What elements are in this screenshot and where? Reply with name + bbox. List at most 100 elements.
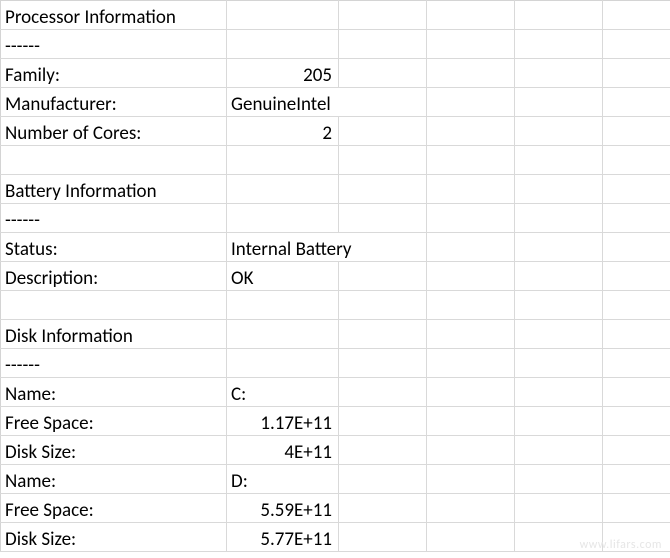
empty-cell[interactable] bbox=[339, 1, 427, 30]
empty-cell[interactable] bbox=[339, 407, 427, 436]
cell-label[interactable]: Free Space: bbox=[1, 407, 227, 436]
cell-value[interactable]: 1.17E+11 bbox=[227, 407, 339, 436]
cell-label[interactable]: Disk Size: bbox=[1, 436, 227, 465]
empty-cell[interactable] bbox=[427, 291, 515, 320]
empty-cell[interactable] bbox=[427, 320, 515, 349]
empty-cell[interactable] bbox=[427, 175, 515, 204]
cell-label[interactable]: ------ bbox=[1, 204, 227, 233]
cell-label[interactable]: Family: bbox=[1, 59, 227, 88]
empty-cell[interactable] bbox=[515, 204, 603, 233]
empty-cell[interactable] bbox=[339, 349, 427, 378]
empty-cell[interactable] bbox=[515, 175, 603, 204]
empty-cell[interactable] bbox=[603, 59, 670, 88]
empty-cell[interactable] bbox=[339, 320, 427, 349]
empty-cell[interactable] bbox=[339, 494, 427, 523]
empty-cell[interactable] bbox=[427, 407, 515, 436]
cell-value[interactable] bbox=[227, 30, 339, 59]
spreadsheet-grid[interactable]: Processor Information ------ Family:205Man… bbox=[0, 0, 670, 552]
cell-value[interactable]: 4E+11 bbox=[227, 436, 339, 465]
empty-cell[interactable] bbox=[603, 349, 670, 378]
cell-label[interactable]: Disk Size: bbox=[1, 523, 227, 552]
empty-cell[interactable] bbox=[515, 262, 603, 291]
empty-cell[interactable] bbox=[515, 1, 603, 30]
empty-cell[interactable] bbox=[515, 523, 603, 552]
empty-cell[interactable] bbox=[427, 88, 515, 117]
cell-label[interactable] bbox=[1, 146, 227, 175]
empty-cell[interactable] bbox=[339, 465, 427, 494]
empty-cell[interactable] bbox=[515, 291, 603, 320]
cell-value[interactable]: OK bbox=[227, 262, 339, 291]
empty-cell[interactable] bbox=[339, 523, 427, 552]
empty-cell[interactable] bbox=[339, 262, 427, 291]
cell-label[interactable]: Manufacturer: bbox=[1, 88, 227, 117]
cell-value[interactable] bbox=[227, 349, 339, 378]
empty-cell[interactable] bbox=[515, 233, 603, 262]
empty-cell[interactable] bbox=[515, 349, 603, 378]
empty-cell[interactable] bbox=[603, 88, 670, 117]
cell-value[interactable] bbox=[227, 320, 339, 349]
cell-label[interactable]: Description: bbox=[1, 262, 227, 291]
cell-label[interactable]: Status: bbox=[1, 233, 227, 262]
empty-cell[interactable] bbox=[427, 30, 515, 59]
empty-cell[interactable] bbox=[515, 494, 603, 523]
cell-value[interactable] bbox=[227, 175, 339, 204]
empty-cell[interactable] bbox=[515, 436, 603, 465]
empty-cell[interactable] bbox=[427, 494, 515, 523]
cell-value[interactable]: 5.77E+11 bbox=[227, 523, 339, 552]
cell-value[interactable]: 205 bbox=[227, 59, 339, 88]
cell-label[interactable]: Name: bbox=[1, 465, 227, 494]
empty-cell[interactable] bbox=[339, 146, 427, 175]
cell-value[interactable] bbox=[227, 204, 339, 233]
empty-cell[interactable] bbox=[515, 465, 603, 494]
cell-value[interactable]: GenuineIntel bbox=[227, 88, 427, 117]
empty-cell[interactable] bbox=[339, 175, 427, 204]
empty-cell[interactable] bbox=[427, 378, 515, 407]
cell-label[interactable]: Name: bbox=[1, 378, 227, 407]
empty-cell[interactable] bbox=[603, 146, 670, 175]
empty-cell[interactable] bbox=[603, 117, 670, 146]
cell-label[interactable]: ------ bbox=[1, 349, 227, 378]
empty-cell[interactable] bbox=[427, 117, 515, 146]
empty-cell[interactable] bbox=[427, 262, 515, 291]
empty-cell[interactable] bbox=[515, 30, 603, 59]
cell-value[interactable] bbox=[227, 291, 339, 320]
cell-label[interactable]: Processor Information bbox=[1, 1, 227, 30]
empty-cell[interactable] bbox=[339, 436, 427, 465]
empty-cell[interactable] bbox=[603, 494, 670, 523]
empty-cell[interactable] bbox=[603, 378, 670, 407]
empty-cell[interactable] bbox=[427, 465, 515, 494]
empty-cell[interactable] bbox=[339, 291, 427, 320]
cell-label[interactable]: Number of Cores: bbox=[1, 117, 227, 146]
cell-value[interactable] bbox=[227, 1, 339, 30]
empty-cell[interactable] bbox=[515, 88, 603, 117]
cell-label[interactable]: Free Space: bbox=[1, 494, 227, 523]
empty-cell[interactable] bbox=[339, 378, 427, 407]
empty-cell[interactable] bbox=[339, 204, 427, 233]
empty-cell[interactable] bbox=[515, 117, 603, 146]
empty-cell[interactable] bbox=[515, 407, 603, 436]
cell-value[interactable]: 5.59E+11 bbox=[227, 494, 339, 523]
empty-cell[interactable] bbox=[603, 233, 670, 262]
empty-cell[interactable] bbox=[339, 30, 427, 59]
empty-cell[interactable] bbox=[427, 1, 515, 30]
empty-cell[interactable] bbox=[427, 146, 515, 175]
empty-cell[interactable] bbox=[515, 378, 603, 407]
cell-value[interactable] bbox=[227, 146, 339, 175]
empty-cell[interactable] bbox=[603, 523, 670, 552]
empty-cell[interactable] bbox=[515, 59, 603, 88]
empty-cell[interactable] bbox=[603, 30, 670, 59]
empty-cell[interactable] bbox=[603, 1, 670, 30]
empty-cell[interactable] bbox=[603, 465, 670, 494]
empty-cell[interactable] bbox=[603, 407, 670, 436]
cell-value[interactable]: C: bbox=[227, 378, 339, 407]
empty-cell[interactable] bbox=[603, 436, 670, 465]
empty-cell[interactable] bbox=[427, 233, 515, 262]
empty-cell[interactable] bbox=[603, 204, 670, 233]
cell-label[interactable] bbox=[1, 291, 227, 320]
empty-cell[interactable] bbox=[427, 59, 515, 88]
empty-cell[interactable] bbox=[515, 320, 603, 349]
cell-value[interactable]: Internal Battery bbox=[227, 233, 427, 262]
empty-cell[interactable] bbox=[339, 117, 427, 146]
cell-value[interactable]: D: bbox=[227, 465, 339, 494]
cell-label[interactable]: Disk Information bbox=[1, 320, 227, 349]
